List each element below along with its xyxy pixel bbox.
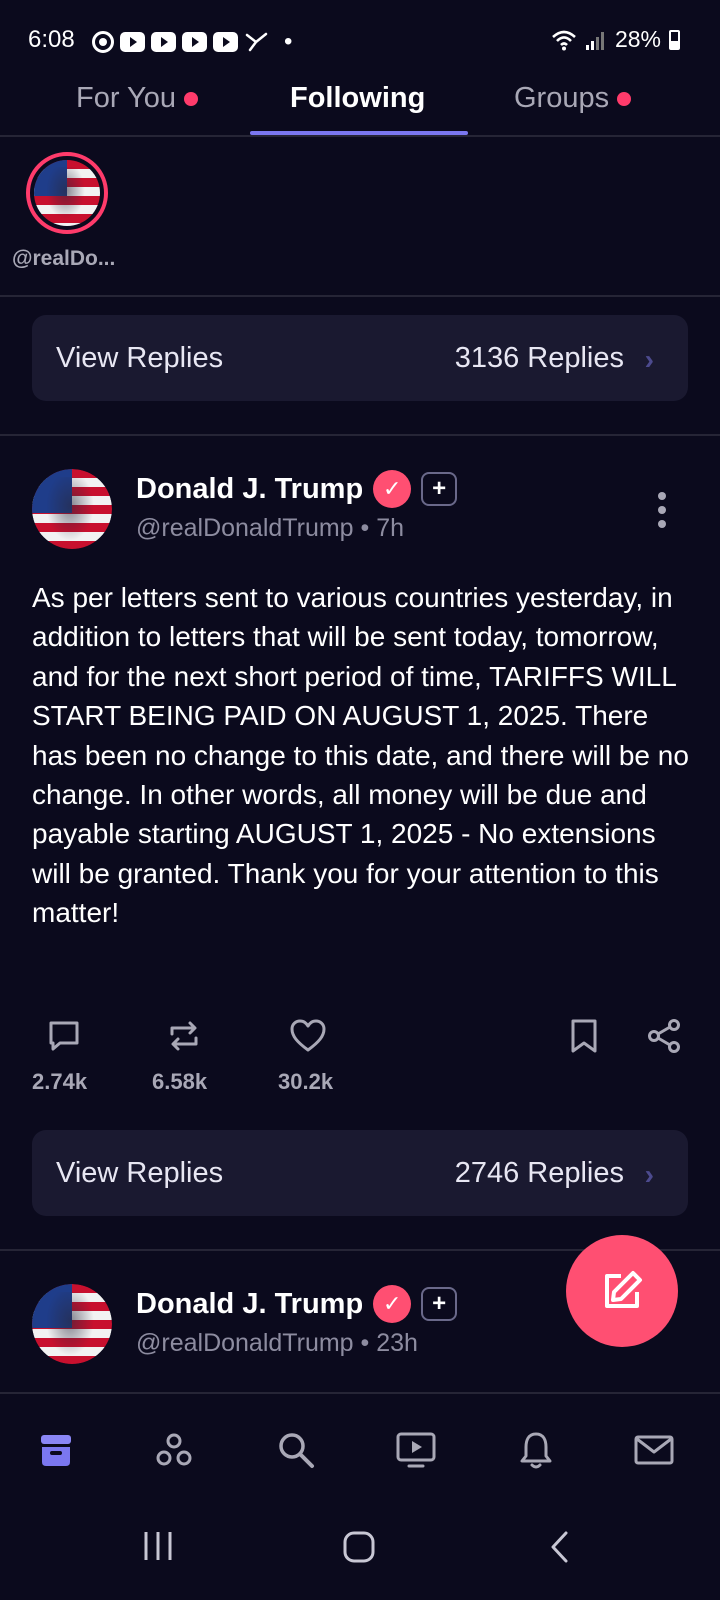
author-handle-time: @realDonaldTrump • 23h (136, 1329, 418, 1357)
youtube-icon (213, 32, 238, 52)
author-name[interactable]: Donald J. Trump (136, 1288, 363, 1321)
avatar (34, 160, 100, 226)
unread-dot (183, 91, 198, 106)
avatar (32, 469, 112, 549)
story-username: @realDo... (12, 247, 116, 270)
view-replies-card[interactable]: View Replies 2746 Replies › (32, 1130, 688, 1216)
verified-badge-icon: ✓ (373, 470, 412, 508)
app-screen: 6:08 • 28% For You Following Groups @rea… (0, 0, 720, 1600)
more-options-icon[interactable] (658, 492, 666, 528)
divider (0, 135, 720, 137)
tab-groups[interactable]: Groups (514, 82, 632, 115)
view-replies-label: View Replies (56, 342, 224, 374)
share-icon[interactable] (644, 1016, 684, 1056)
retruth-count: 6.58k (152, 1069, 208, 1094)
divider (0, 295, 720, 297)
replies-count: 2746 Replies (454, 1157, 624, 1189)
threads-icon (92, 31, 114, 53)
view-replies-card[interactable]: View Replies 3136 Replies › (32, 315, 688, 401)
author-avatar[interactable] (32, 1284, 112, 1364)
like-count: 30.2k (278, 1069, 334, 1094)
divider (0, 1392, 720, 1394)
post-body: As per letters sent to various countries… (32, 582, 689, 929)
post-header: Donald J. Trump ✓ + (136, 470, 458, 508)
unread-dot (617, 91, 632, 106)
author-name[interactable]: Donald J. Trump (136, 473, 363, 506)
like-icon[interactable] (288, 1016, 328, 1056)
bottom-navigation (0, 1396, 720, 1600)
replies-count: 3136 Replies (454, 342, 624, 374)
bird-icon (245, 32, 268, 52)
status-right: 28% (551, 26, 680, 53)
wifi-icon (552, 30, 576, 50)
compose-button[interactable] (566, 1235, 678, 1347)
retruth-icon[interactable] (164, 1016, 204, 1056)
battery-percent: 28% (614, 26, 661, 52)
tab-following[interactable]: Following (290, 82, 425, 115)
chevron-right-icon: › (644, 1159, 654, 1190)
youtube-icon (182, 32, 207, 52)
author-avatar[interactable] (32, 469, 112, 549)
home-button-icon[interactable] (342, 1530, 376, 1569)
youtube-icon (120, 32, 145, 52)
tab-label: For You (76, 82, 176, 114)
author-handle-time: @realDonaldTrump • 7h (136, 514, 405, 542)
compose-icon (605, 1271, 642, 1308)
view-replies-label: View Replies (56, 1157, 224, 1189)
back-icon[interactable] (548, 1530, 572, 1569)
plus-badge: + (421, 1287, 458, 1321)
search-icon[interactable] (274, 1428, 318, 1472)
tab-label: Following (290, 82, 426, 114)
divider (0, 434, 720, 436)
more-notifications-dot: • (284, 28, 293, 55)
bookmark-icon[interactable] (564, 1016, 604, 1056)
battery-icon (669, 29, 680, 50)
plus-badge: + (421, 472, 458, 506)
reply-count: 2.74k (32, 1069, 88, 1094)
story-avatar[interactable] (26, 152, 108, 234)
youtube-icon (151, 32, 176, 52)
status-time: 6:08 (28, 26, 75, 53)
recent-apps-icon[interactable] (142, 1530, 174, 1567)
notification-icons: • (92, 28, 292, 56)
verified-badge-icon: ✓ (373, 1285, 412, 1323)
post-header: Donald J. Trump ✓ + (136, 1285, 458, 1323)
video-icon[interactable] (394, 1428, 438, 1472)
bell-icon[interactable] (514, 1428, 558, 1472)
signal-icon (585, 31, 604, 50)
tab-for-you[interactable]: For You (76, 82, 198, 115)
mail-icon[interactable] (632, 1428, 676, 1472)
home-icon[interactable] (34, 1428, 78, 1472)
avatar (32, 1284, 112, 1364)
tab-label: Groups (514, 82, 610, 114)
chevron-right-icon: › (644, 344, 654, 375)
reply-icon[interactable] (44, 1016, 84, 1056)
groups-icon[interactable] (152, 1428, 196, 1472)
